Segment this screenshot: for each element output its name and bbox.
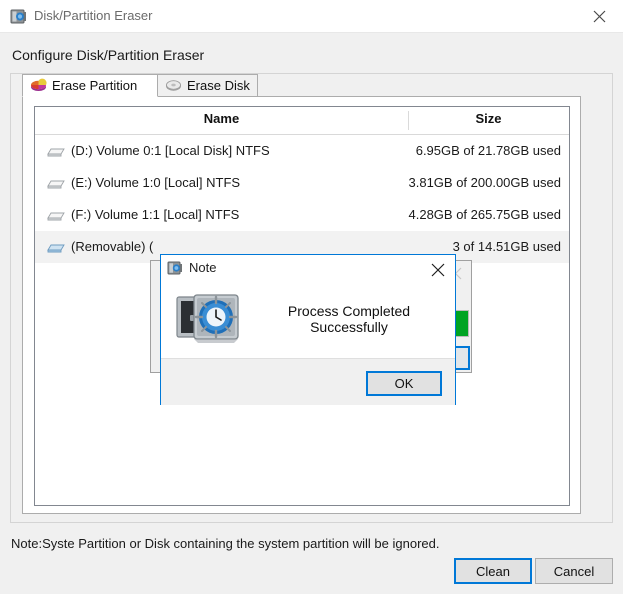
partition-name: (Removable) (: [71, 239, 153, 254]
drive-icon: [47, 145, 65, 157]
table-row[interactable]: (D:) Volume 0:1 [Local Disk] NTFS 6.95GB…: [35, 135, 569, 167]
column-header-name[interactable]: Name: [35, 111, 408, 126]
tabstrip: Erase Partition Erase Disk: [22, 74, 581, 97]
cancel-button[interactable]: Cancel: [535, 558, 613, 584]
partition-size: 3.81GB of 200.00GB used: [409, 175, 562, 190]
partition-name: (F:) Volume 1:1 [Local] NTFS: [71, 207, 239, 222]
safe-vault-clock-icon: [172, 291, 244, 347]
tab-erase-disk[interactable]: Erase Disk: [158, 74, 258, 97]
tab-erase-partition[interactable]: Erase Partition: [22, 74, 158, 97]
disk-icon: [165, 78, 182, 93]
clean-button[interactable]: Clean: [454, 558, 532, 584]
partition-size: 6.95GB of 21.78GB used: [416, 143, 561, 158]
note-dialog-message: Process Completed Successfully: [253, 303, 445, 335]
note-dialog-titlebar: Note: [161, 255, 455, 282]
note-dialog: Note: [160, 254, 456, 405]
note-dialog-body: Process Completed Successfully: [161, 282, 455, 358]
table-row[interactable]: (E:) Volume 1:0 [Local] NTFS 3.81GB of 2…: [35, 167, 569, 199]
page-title: Configure Disk/Partition Eraser: [12, 47, 204, 63]
close-icon[interactable]: [425, 257, 451, 280]
partition-size: 3 of 14.51GB used: [453, 239, 561, 254]
removable-drive-icon: [47, 241, 65, 253]
main-content: Configure Disk/Partition Eraser Erase Pa…: [0, 33, 623, 594]
column-header-size[interactable]: Size: [408, 111, 569, 126]
safe-vault-icon: [10, 8, 27, 25]
pie-chart-icon: [30, 78, 47, 93]
table-header-row: Name Size: [35, 107, 569, 135]
window-title: Disk/Partition Eraser: [34, 8, 152, 23]
tab-label: Erase Disk: [187, 78, 250, 93]
table-row[interactable]: (F:) Volume 1:1 [Local] NTFS 4.28GB of 2…: [35, 199, 569, 231]
tab-label: Erase Partition: [52, 78, 137, 93]
partition-name: (E:) Volume 1:0 [Local] NTFS: [71, 175, 240, 190]
close-icon[interactable]: [577, 0, 623, 32]
window-titlebar: Disk/Partition Eraser: [0, 0, 623, 33]
partition-name: (D:) Volume 0:1 [Local Disk] NTFS: [71, 143, 270, 158]
disk-partition-eraser-window: Disk/Partition Eraser Configure Disk/Par…: [0, 0, 623, 594]
ok-button[interactable]: OK: [366, 371, 442, 396]
footer-note-text: Note:Syste Partition or Disk containing …: [11, 536, 439, 551]
note-dialog-title: Note: [189, 260, 216, 275]
progress-window-button[interactable]: [454, 346, 470, 370]
safe-vault-icon: [167, 260, 183, 276]
partition-size: 4.28GB of 265.75GB used: [409, 207, 562, 222]
drive-icon: [47, 177, 65, 189]
note-dialog-footer: OK: [161, 358, 455, 405]
drive-icon: [47, 209, 65, 221]
